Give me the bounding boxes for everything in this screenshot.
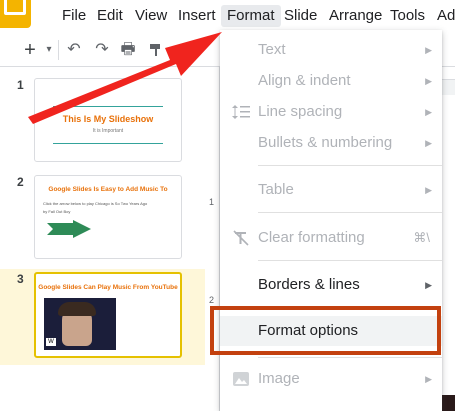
submenu-arrow-icon: ▶ [425, 280, 432, 290]
submenu-arrow-icon: ▶ [425, 107, 432, 117]
slide-title: This Is My Slideshow [62, 114, 154, 124]
slide-body-text: Click the arrow below to play Chicago is… [43, 201, 148, 206]
vertical-ruler: 1 2 [205, 67, 220, 411]
menu-item-label: Line spacing [258, 103, 343, 120]
new-slide-layout-dropdown[interactable]: ▾ [42, 34, 56, 66]
menu-bar: File Edit View Insert Format Slide Arran… [0, 0, 455, 30]
menu-slide[interactable]: Slide [284, 5, 317, 27]
redo-button[interactable]: ↷ [92, 34, 112, 66]
menu-insert[interactable]: Insert [178, 5, 216, 27]
menu-separator [258, 212, 442, 213]
submenu-arrow-icon: ▶ [425, 185, 432, 195]
slide-subtitle: It is Important [92, 128, 124, 134]
menu-item-label: Text [258, 41, 286, 58]
submenu-arrow-icon: ▶ [425, 45, 432, 55]
line-spacing-icon [232, 105, 250, 119]
image-icon [233, 372, 249, 386]
slide-thumbnail-1[interactable]: This Is My Slideshow It is Important [34, 78, 182, 162]
play-arrow-icon [47, 220, 91, 238]
decorative-line [53, 106, 163, 107]
menu-item-label: Align & indent [258, 72, 351, 89]
slide-number: 1 [17, 78, 24, 92]
ruler-mark: 2 [209, 295, 215, 305]
paint-format-icon[interactable] [146, 34, 166, 66]
slide-filmstrip: 1 This Is My Slideshow It is Important 2… [0, 67, 205, 411]
menu-item-image[interactable]: Image ▶ [220, 364, 442, 394]
submenu-arrow-icon: ▶ [425, 138, 432, 148]
menu-item-clear-formatting[interactable]: Clear formatting ⌘\ [220, 223, 442, 253]
slide-title: Google Slides Can Play Music From YouTub… [38, 284, 178, 291]
submenu-arrow-icon: ▶ [425, 374, 432, 384]
menu-arrange[interactable]: Arrange [329, 5, 382, 27]
menu-add-ons[interactable]: Ad [437, 5, 455, 27]
menu-item-label: Borders & lines [258, 276, 360, 293]
slide-thumbnail-3[interactable]: Google Slides Can Play Music From YouTub… [34, 272, 182, 358]
slide-number: 2 [17, 175, 24, 189]
menu-separator [258, 357, 442, 358]
submenu-arrow-icon: ▶ [425, 76, 432, 86]
menu-edit[interactable]: Edit [97, 5, 123, 27]
toolbar-divider [58, 40, 59, 60]
slide-number: 3 [17, 272, 24, 286]
menu-item-label: Table [258, 181, 294, 198]
menu-item-bullets-numbering[interactable]: Bullets & numbering ▶ [220, 128, 442, 158]
menu-item-borders-lines[interactable]: Borders & lines ▶ [220, 270, 442, 300]
undo-button[interactable]: ↶ [64, 34, 84, 66]
menu-view[interactable]: View [135, 5, 167, 27]
menu-item-label: Clear formatting [258, 229, 365, 246]
google-slides-logo-icon[interactable] [0, 0, 36, 30]
menu-item-label: Bullets & numbering [258, 134, 393, 151]
menu-item-line-spacing[interactable]: Line spacing ▶ [220, 97, 442, 127]
youtube-video-thumbnail: W [44, 298, 116, 350]
slide-title: Google Slides Is Easy to Add Music To [48, 186, 168, 193]
slide-thumbnail-2[interactable]: Google Slides Is Easy to Add Music To Cl… [34, 175, 182, 259]
new-slide-button[interactable]: + [20, 34, 40, 66]
menu-file[interactable]: File [62, 5, 86, 27]
slide-body-text: by Fall Out Boy [43, 209, 71, 214]
menu-item-align-indent[interactable]: Align & indent ▶ [220, 66, 442, 96]
ruler-mark: 1 [209, 197, 215, 207]
decorative-line [53, 143, 163, 144]
menu-item-label: Image [258, 370, 300, 387]
print-button[interactable]: 🖶 [118, 34, 138, 66]
menu-separator [258, 165, 442, 166]
menu-format[interactable]: Format [221, 5, 281, 27]
menu-separator [258, 260, 442, 261]
annotation-highlight-box [210, 306, 441, 355]
menu-item-text[interactable]: Text ▶ [220, 35, 442, 65]
keyboard-shortcut: ⌘\ [413, 230, 430, 245]
menu-tools[interactable]: Tools [390, 5, 425, 27]
menu-item-table[interactable]: Table ▶ [220, 175, 442, 205]
clear-formatting-icon [233, 230, 249, 246]
